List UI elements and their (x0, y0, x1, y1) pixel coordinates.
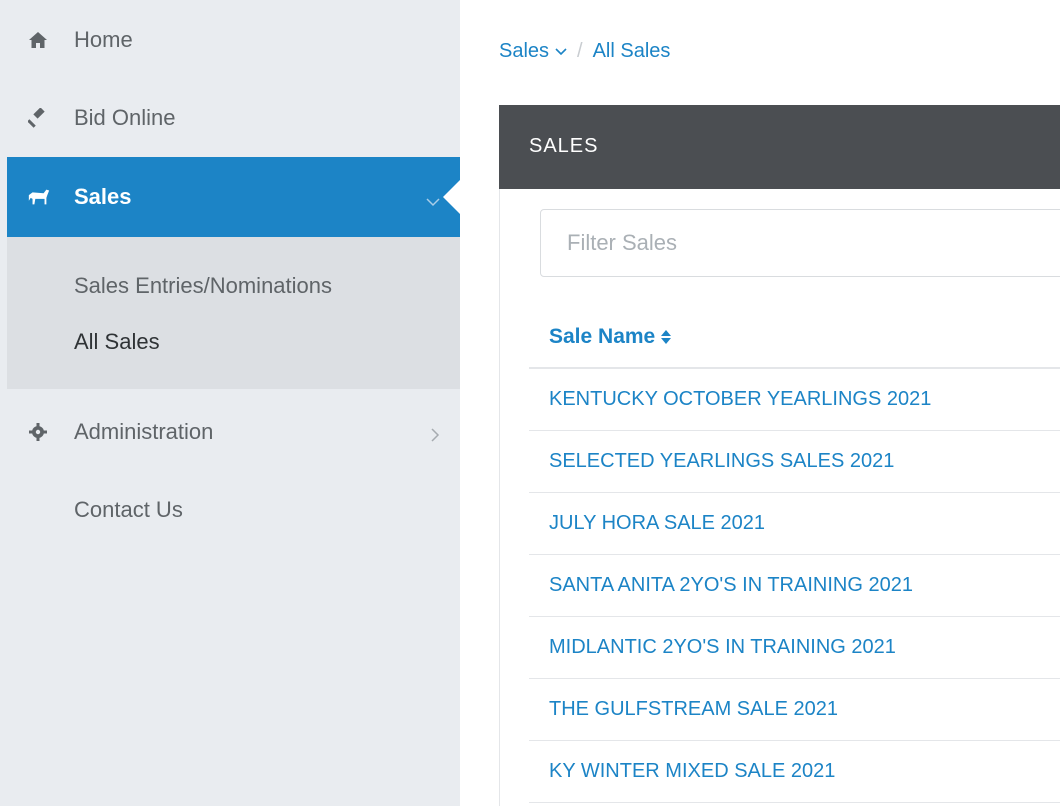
sidebar-item-label: Sales (74, 184, 132, 209)
active-indicator (443, 180, 460, 214)
gear-icon (26, 420, 50, 444)
sales-table: Sale Name KENTUCKY OCTOBER YEARLINGS 202… (529, 307, 1060, 803)
panel-title: SALES (529, 135, 599, 157)
breadcrumb-current[interactable]: All Sales (593, 40, 671, 63)
table-row: MIDLANTIC 2YO'S IN TRAINING 2021 (529, 617, 1060, 679)
table-row: SANTA ANITA 2YO'S IN TRAINING 2021 (529, 555, 1060, 617)
column-header-label: Sale Name (549, 325, 656, 348)
sidebar-item-sales[interactable]: Sales (7, 157, 460, 237)
chevron-right-icon (430, 422, 440, 448)
sales-submenu: Sales Entries/Nominations All Sales (7, 237, 460, 389)
table-row: KY WINTER MIXED SALE 2021 (529, 741, 1060, 803)
home-icon (26, 28, 50, 52)
submenu-item-sales-entries[interactable]: Sales Entries/Nominations (74, 273, 332, 299)
sidebar-item-contact-us[interactable]: Contact Us (0, 488, 460, 532)
table-row: KENTUCKY OCTOBER YEARLINGS 2021 (529, 369, 1060, 431)
sidebar-item-administration[interactable]: Administration (0, 410, 460, 454)
submenu-item-all-sales[interactable]: All Sales (74, 329, 160, 355)
sale-link[interactable]: SELECTED YEARLINGS SALES 2021 (549, 450, 894, 473)
sale-link[interactable]: THE GULFSTREAM SALE 2021 (549, 698, 838, 721)
breadcrumb-root[interactable]: Sales (499, 40, 549, 63)
sidebar-item-label: Bid Online (74, 105, 176, 130)
filter-sales-input[interactable] (540, 209, 1060, 277)
horse-icon (27, 185, 51, 209)
panel-header: SALES (499, 105, 1060, 189)
chevron-down-icon (426, 187, 440, 213)
table-row: JULY HORA SALE 2021 (529, 493, 1060, 555)
sale-link[interactable]: SANTA ANITA 2YO'S IN TRAINING 2021 (549, 574, 913, 597)
column-header-sale-name[interactable]: Sale Name (529, 307, 1060, 369)
sidebar-item-bid-online[interactable]: Bid Online (0, 96, 460, 140)
breadcrumb-separator: / (577, 40, 583, 62)
table-row: SELECTED YEARLINGS SALES 2021 (529, 431, 1060, 493)
sort-icon (661, 330, 672, 344)
sidebar-item-label: Home (74, 27, 133, 52)
sale-link[interactable]: MIDLANTIC 2YO'S IN TRAINING 2021 (549, 636, 896, 659)
sale-link[interactable]: JULY HORA SALE 2021 (549, 512, 765, 535)
sidebar-item-label: Contact Us (74, 497, 183, 522)
breadcrumb: Sales / All Sales (499, 40, 670, 63)
sidebar: Home Bid Online Sales Sales Entries/Nomi… (0, 0, 460, 806)
sidebar-item-label: Administration (74, 419, 214, 444)
sale-link[interactable]: KY WINTER MIXED SALE 2021 (549, 760, 835, 783)
panel-body: Sale Name KENTUCKY OCTOBER YEARLINGS 202… (499, 189, 1060, 806)
chevron-down-icon[interactable] (555, 47, 567, 56)
sale-link[interactable]: KENTUCKY OCTOBER YEARLINGS 2021 (549, 388, 931, 411)
gavel-icon (26, 106, 50, 130)
sidebar-item-home[interactable]: Home (0, 18, 460, 62)
table-row: THE GULFSTREAM SALE 2021 (529, 679, 1060, 741)
main-content: Sales / All Sales SALES Sale Name KENTUC… (460, 0, 1060, 806)
